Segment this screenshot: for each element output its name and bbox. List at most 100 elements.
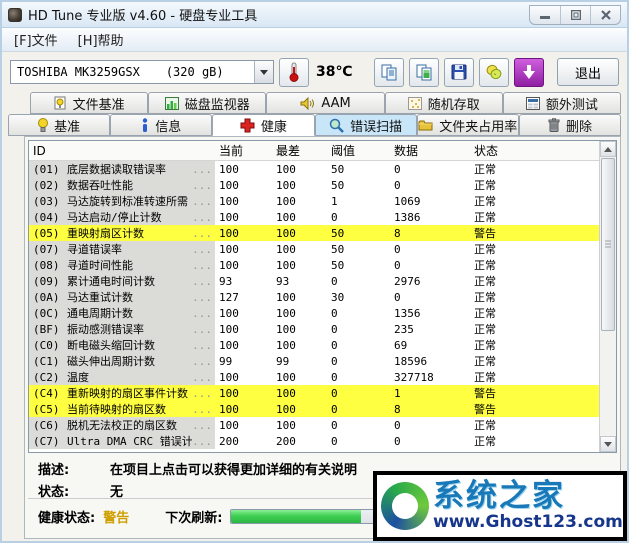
threshold-cell: 50 <box>331 226 345 240</box>
close-button[interactable] <box>590 5 620 24</box>
menu-file[interactable]: [F]文件 <box>14 30 58 49</box>
header-data[interactable]: 数据 <box>390 142 470 159</box>
tab-label: 基准 <box>54 119 81 135</box>
tab-erase[interactable]: 删除 <box>518 114 622 136</box>
tab-label: 文件基准 <box>72 97 125 113</box>
drive-selector[interactable]: TOSHIBA MK3259GSX (320 gB) <box>10 60 274 84</box>
threshold-cell: 0 <box>331 418 338 432</box>
header-id[interactable]: ID <box>29 144 215 158</box>
attribute-name-cell: (04) 马达启动/停止计数... <box>29 209 215 225</box>
close-icon <box>600 9 611 20</box>
attribute-name-cell: (C4) 重新映射的扇区事件计数... <box>29 385 215 401</box>
drive-dropdown-button[interactable] <box>254 61 273 83</box>
tab-error-scan[interactable]: 错误扫描 <box>314 114 417 136</box>
save-icon <box>451 64 467 80</box>
threshold-cell: 0 <box>331 354 338 368</box>
table-row[interactable]: (C1) 磁头伸出周期计数... 99 99 0 18596 正常 <box>29 353 599 369</box>
status-text: 无 <box>110 485 124 500</box>
status-cell: 正常 <box>474 323 496 336</box>
update-button[interactable] <box>514 57 544 87</box>
scrollbar-thumb[interactable] <box>601 158 615 331</box>
save-button[interactable] <box>444 57 474 87</box>
data-cell: 0 <box>394 290 401 304</box>
status-cell: 正常 <box>474 339 496 352</box>
threshold-cell: 0 <box>331 386 338 400</box>
attribute-name-cell: (08) 寻道时间性能... <box>29 257 215 273</box>
worst-cell: 93 <box>276 274 290 288</box>
arrow-down-icon <box>604 441 612 447</box>
table-header: ID 当前 最差 阈值 数据 状态 <box>29 141 599 161</box>
tab-info[interactable]: 信息 <box>110 114 213 136</box>
tab-extra-tests[interactable]: 额外测试 <box>502 92 622 114</box>
magnifier-icon <box>329 118 344 133</box>
data-cell: 0 <box>394 258 401 272</box>
tab-folder-usage[interactable]: 文件夹占用率 <box>416 114 519 136</box>
header-threshold[interactable]: 阈值 <box>327 142 390 159</box>
health-cross-icon <box>240 118 255 132</box>
attribute-name-cell: (01) 底层数据读取错误率... <box>29 161 215 177</box>
menu-help[interactable]: [H]帮助 <box>78 30 124 49</box>
donate-button[interactable] <box>479 57 509 87</box>
table-row[interactable]: (0C) 通电周期计数... 100 100 0 1356 正常 <box>29 305 599 321</box>
lightbulb-icon <box>38 118 49 132</box>
tab-benchmark[interactable]: 基准 <box>8 114 111 136</box>
worst-cell: 100 <box>276 322 296 336</box>
data-cell: 0 <box>394 162 401 176</box>
header-status[interactable]: 状态 <box>470 142 599 159</box>
status-cell: 正常 <box>474 371 496 384</box>
worst-cell: 100 <box>276 162 296 176</box>
threshold-cell: 0 <box>331 210 338 224</box>
attribute-name-cell: (09) 累计通电时间计数... <box>29 273 215 289</box>
header-current[interactable]: 当前 <box>215 142 272 159</box>
coins-icon <box>486 64 502 80</box>
table-row[interactable]: (03) 马达旋转到标准转速所需... 100 100 1 1069 正常 <box>29 193 599 209</box>
table-row[interactable]: (08) 寻道时间性能... 100 100 50 0 正常 <box>29 257 599 273</box>
temperature-button[interactable] <box>279 57 309 87</box>
table-row[interactable]: (C6) 脱机无法校正的扇区数... 100 100 0 0 正常 <box>29 417 599 433</box>
table-row[interactable]: (05) 重映射扇区计数... 100 100 50 8 警告 <box>29 225 599 241</box>
maximize-button[interactable] <box>560 5 590 24</box>
tab-health[interactable]: 健康 <box>212 114 315 136</box>
status-cell: 警告 <box>474 387 496 400</box>
table-row[interactable]: (C5) 当前待映射的扇区数... 100 100 0 8 警告 <box>29 401 599 417</box>
attribute-name-cell: (C0) 断电磁头缩回计数... <box>29 337 215 353</box>
current-cell: 200 <box>219 434 239 448</box>
threshold-cell: 0 <box>331 338 338 352</box>
scroll-down-button[interactable] <box>600 436 616 452</box>
table-row[interactable]: (C4) 重新映射的扇区事件计数... 100 100 0 1 警告 <box>29 385 599 401</box>
attribute-name-cell: (03) 马达旋转到标准转速所需... <box>29 193 215 209</box>
chevron-down-icon <box>260 69 268 75</box>
threshold-cell: 0 <box>331 306 338 320</box>
tab-random-access[interactable]: 随机存取 <box>384 92 503 114</box>
table-row[interactable]: (02) 数据吞吐性能... 100 100 50 0 正常 <box>29 177 599 193</box>
attribute-name-cell: (C7) Ultra DMA CRC 错误计数... <box>29 433 215 449</box>
table-row[interactable]: (0A) 马达重试计数... 127 100 30 0 正常 <box>29 289 599 305</box>
tab-aam[interactable]: AAM <box>266 92 385 114</box>
table-row[interactable]: (04) 马达启动/停止计数... 100 100 0 1386 正常 <box>29 209 599 225</box>
table-row[interactable]: (BF) 振动感测错误率... 100 100 0 235 正常 <box>29 321 599 337</box>
tab-label: 健康 <box>260 119 287 135</box>
copy-text-button[interactable] <box>374 57 404 87</box>
worst-cell: 100 <box>276 178 296 192</box>
scrollbar-track[interactable] <box>600 157 616 436</box>
vertical-scrollbar[interactable] <box>599 141 616 452</box>
minimize-button[interactable] <box>530 6 560 24</box>
table-row[interactable]: (C2) 温度... 100 100 0 327718 正常 <box>29 369 599 385</box>
copy-image-button[interactable] <box>409 57 439 87</box>
worst-cell: 99 <box>276 354 290 368</box>
data-cell: 327718 <box>394 370 434 384</box>
table-row[interactable]: (07) 寻道错误率... 100 100 50 0 正常 <box>29 241 599 257</box>
exit-button[interactable]: 退出 <box>557 58 619 86</box>
table-row[interactable]: (09) 累计通电时间计数... 93 93 0 2976 正常 <box>29 273 599 289</box>
scroll-up-button[interactable] <box>600 141 616 157</box>
table-row[interactable]: (C7) Ultra DMA CRC 错误计数... 200 200 0 0 正常 <box>29 433 599 449</box>
tab-file-benchmark[interactable]: 文件基准 <box>30 92 149 114</box>
tab-disk-monitor[interactable]: 磁盘监视器 <box>148 92 267 114</box>
table-row[interactable]: (C0) 断电磁头缩回计数... 100 100 0 69 正常 <box>29 337 599 353</box>
attribute-name-cell: (05) 重映射扇区计数... <box>29 225 215 241</box>
tab-strip: 文件基准 磁盘监视器 AAM 随机存取 额外测试 基准 信息 健康 错误扫描 文… <box>2 92 627 136</box>
header-worst[interactable]: 最差 <box>272 142 327 159</box>
table-row[interactable]: (01) 底层数据读取错误率... 100 100 50 0 正常 <box>29 161 599 177</box>
tab-label: 错误扫描 <box>350 119 403 135</box>
minimize-icon <box>540 16 550 19</box>
